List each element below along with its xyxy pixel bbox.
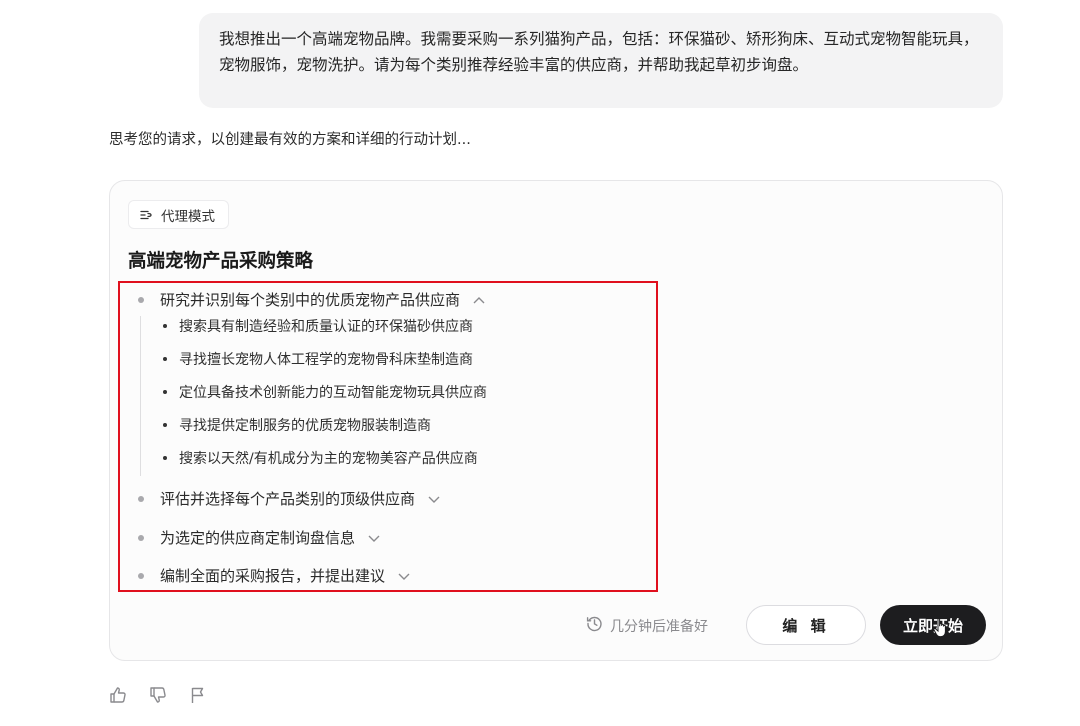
plan-card: 代理模式 高端宠物产品采购策略 研究并识别每个类别中的优质宠物产品供应商 搜索具…: [109, 180, 1003, 661]
edit-button[interactable]: 编 辑: [746, 605, 866, 645]
step-bullet: [138, 296, 144, 303]
chevron-down-icon[interactable]: [427, 490, 441, 508]
substep-dot: [163, 390, 167, 394]
chevron-up-icon[interactable]: [472, 291, 486, 309]
thumbs-up-icon[interactable]: [109, 686, 127, 708]
chevron-down-icon[interactable]: [397, 567, 411, 585]
ready-estimate: 几分钟后准备好: [586, 615, 708, 636]
substep-label: 搜索具有制造经验和质量认证的环保猫砂供应商: [179, 319, 473, 335]
plan-title: 高端宠物产品采购策略: [128, 251, 314, 272]
substep-dot: [163, 423, 167, 427]
substep-label: 寻找擅长宠物人体工程学的宠物骨科床垫制造商: [179, 352, 473, 368]
agent-mode-label: 代理模式: [161, 208, 215, 225]
user-message-bubble: 我想推出一个高端宠物品牌。我需要采购一系列猫狗产品，包括：环保猫砂、矫形狗床、互…: [199, 13, 1003, 108]
user-message-text: 我想推出一个高端宠物品牌。我需要采购一系列猫狗产品，包括：环保猫砂、矫形狗床、互…: [219, 30, 979, 74]
plan-substeps: 搜索具有制造经验和质量认证的环保猫砂供应商 寻找擅长宠物人体工程学的宠物骨科床垫…: [140, 316, 621, 476]
agent-mode-icon: [139, 208, 153, 222]
substep-dot: [163, 456, 167, 460]
step-bullet: [138, 495, 144, 502]
plan-step-2[interactable]: 评估并选择每个产品类别的顶级供应商: [138, 488, 441, 509]
ready-text: 几分钟后准备好: [610, 618, 708, 635]
agent-mode-chip[interactable]: 代理模式: [128, 200, 229, 229]
step-bullet: [138, 572, 144, 579]
substep-item: 寻找擅长宠物人体工程学的宠物骨科床垫制造商: [163, 349, 473, 369]
substep-label: 搜索以天然/有机成分为主的宠物美容产品供应商: [179, 451, 478, 467]
flag-icon[interactable]: [189, 686, 207, 708]
feedback-toolbar: [109, 686, 207, 708]
substep-item: 定位具备技术创新能力的互动智能宠物玩具供应商: [163, 382, 487, 402]
hand-cursor-icon: [932, 617, 950, 643]
plan-step-4[interactable]: 编制全面的采购报告，并提出建议: [138, 565, 411, 586]
step-bullet: [138, 534, 144, 541]
substep-label: 定位具备技术创新能力的互动智能宠物玩具供应商: [179, 385, 487, 401]
substep-dot: [163, 324, 167, 328]
plan-step-label: 为选定的供应商定制询盘信息: [160, 529, 356, 547]
plan-step-label: 研究并识别每个类别中的优质宠物产品供应商: [160, 291, 461, 309]
substep-item: 搜索以天然/有机成分为主的宠物美容产品供应商: [163, 448, 478, 468]
plan-step-3[interactable]: 为选定的供应商定制询盘信息: [138, 527, 381, 548]
substep-label: 寻找提供定制服务的优质宠物服装制造商: [179, 418, 431, 434]
history-clock-icon: [586, 615, 603, 636]
thinking-status: 思考您的请求，以创建最有效的方案和详细的行动计划...: [109, 132, 471, 148]
thumbs-down-icon[interactable]: [149, 686, 167, 708]
chevron-down-icon[interactable]: [367, 529, 381, 547]
plan-step-1[interactable]: 研究并识别每个类别中的优质宠物产品供应商: [138, 289, 486, 310]
plan-step-label: 评估并选择每个产品类别的顶级供应商: [160, 490, 416, 508]
substep-item: 搜索具有制造经验和质量认证的环保猫砂供应商: [163, 316, 473, 336]
substep-item: 寻找提供定制服务的优质宠物服装制造商: [163, 415, 431, 435]
substep-dot: [163, 357, 167, 361]
plan-step-label: 编制全面的采购报告，并提出建议: [160, 567, 386, 585]
